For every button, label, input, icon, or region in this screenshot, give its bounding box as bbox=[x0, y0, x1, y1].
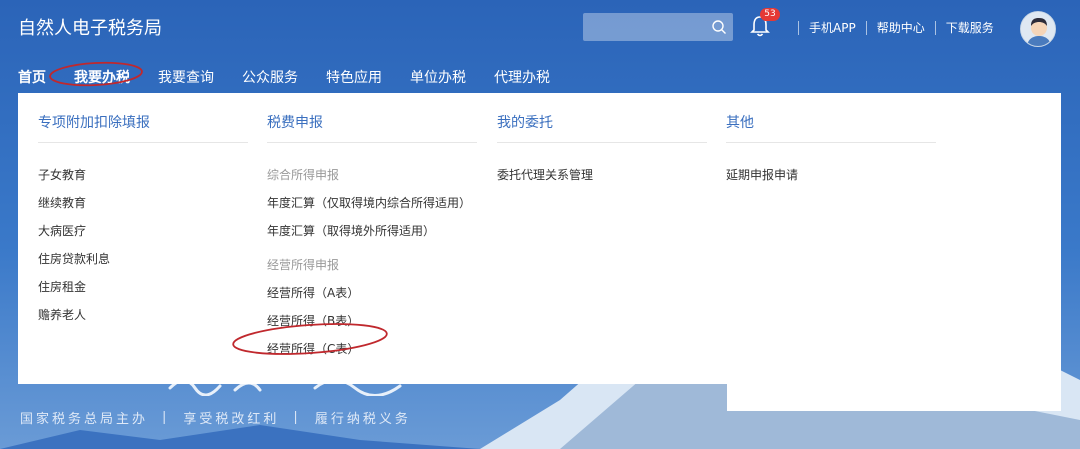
menu-column-my-delegation: 我的委托 委托代理关系管理 bbox=[497, 112, 707, 189]
footer-slogan: 国家税务总局主办 | 享受税改红利 | 履行纳税义务 bbox=[20, 408, 411, 427]
divider bbox=[934, 20, 936, 35]
divider: | bbox=[162, 410, 170, 425]
menu-item-business-income-a[interactable]: 经营所得（A表） bbox=[267, 279, 477, 307]
nav-query[interactable]: 我要查询 bbox=[158, 67, 214, 87]
slogan-part: 国家税务总局主办 bbox=[20, 412, 149, 427]
help-center-link[interactable]: 帮助中心 bbox=[877, 19, 925, 36]
menu-item-child-education[interactable]: 子女教育 bbox=[38, 161, 248, 189]
nav-home[interactable]: 首页 bbox=[18, 67, 46, 87]
site-title[interactable]: 自然人电子税务局 bbox=[18, 14, 162, 40]
menu-item-elderly-support[interactable]: 赡养老人 bbox=[38, 301, 248, 329]
dropdown-menu: 专项附加扣除填报 子女教育 继续教育 大病医疗 住房贷款利息 住房租金 赡养老人… bbox=[18, 93, 1061, 384]
avatar[interactable] bbox=[1020, 11, 1056, 47]
group-heading: 综合所得申报 bbox=[267, 168, 340, 182]
menu-item-deferred-filing[interactable]: 延期申报申请 bbox=[726, 161, 936, 189]
menu-column-other: 其他 延期申报申请 bbox=[726, 112, 936, 189]
menu-item-housing-rent[interactable]: 住房租金 bbox=[38, 273, 248, 301]
divider: | bbox=[293, 410, 301, 425]
group-heading: 经营所得申报 bbox=[267, 258, 340, 272]
column-title: 其他 bbox=[726, 112, 936, 143]
mobile-app-link[interactable]: 手机APP bbox=[809, 19, 856, 36]
column-title: 我的委托 bbox=[497, 112, 707, 143]
menu-item-continuing-education[interactable]: 继续教育 bbox=[38, 189, 248, 217]
menu-column-special-deduction: 专项附加扣除填报 子女教育 继续教育 大病医疗 住房贷款利息 住房租金 赡养老人 bbox=[38, 112, 248, 329]
notification-badge: 53 bbox=[760, 8, 780, 21]
nav-featured-apps[interactable]: 特色应用 bbox=[326, 67, 382, 87]
menu-item-annual-settlement-domestic[interactable]: 年度汇算（仅取得境内综合所得适用） bbox=[267, 189, 477, 217]
menu-item-serious-illness[interactable]: 大病医疗 bbox=[38, 217, 248, 245]
menu-item-agency-relationship[interactable]: 委托代理关系管理 bbox=[497, 161, 707, 189]
menu-item-annual-settlement-overseas[interactable]: 年度汇算（取得境外所得适用） bbox=[267, 217, 477, 245]
slogan-part: 履行纳税义务 bbox=[314, 412, 411, 427]
menu-item-housing-loan-interest[interactable]: 住房贷款利息 bbox=[38, 245, 248, 273]
nav-public-service[interactable]: 公众服务 bbox=[242, 67, 298, 87]
slogan-part: 享受税改红利 bbox=[183, 412, 280, 427]
annotation-circle-item bbox=[232, 323, 388, 355]
divider bbox=[865, 20, 867, 35]
download-link[interactable]: 下载服务 bbox=[946, 19, 994, 36]
nav-unit-tax[interactable]: 单位办税 bbox=[410, 67, 466, 87]
top-links: 手机APP 帮助中心 下载服务 bbox=[788, 19, 994, 36]
search-icon[interactable] bbox=[711, 19, 727, 35]
column-title: 税费申报 bbox=[267, 112, 477, 143]
column-title: 专项附加扣除填报 bbox=[38, 112, 248, 143]
search-box[interactable] bbox=[583, 13, 733, 41]
annotation-circle-nav bbox=[49, 61, 143, 87]
divider bbox=[798, 20, 799, 35]
nav-agent-tax[interactable]: 代理办税 bbox=[494, 67, 550, 87]
